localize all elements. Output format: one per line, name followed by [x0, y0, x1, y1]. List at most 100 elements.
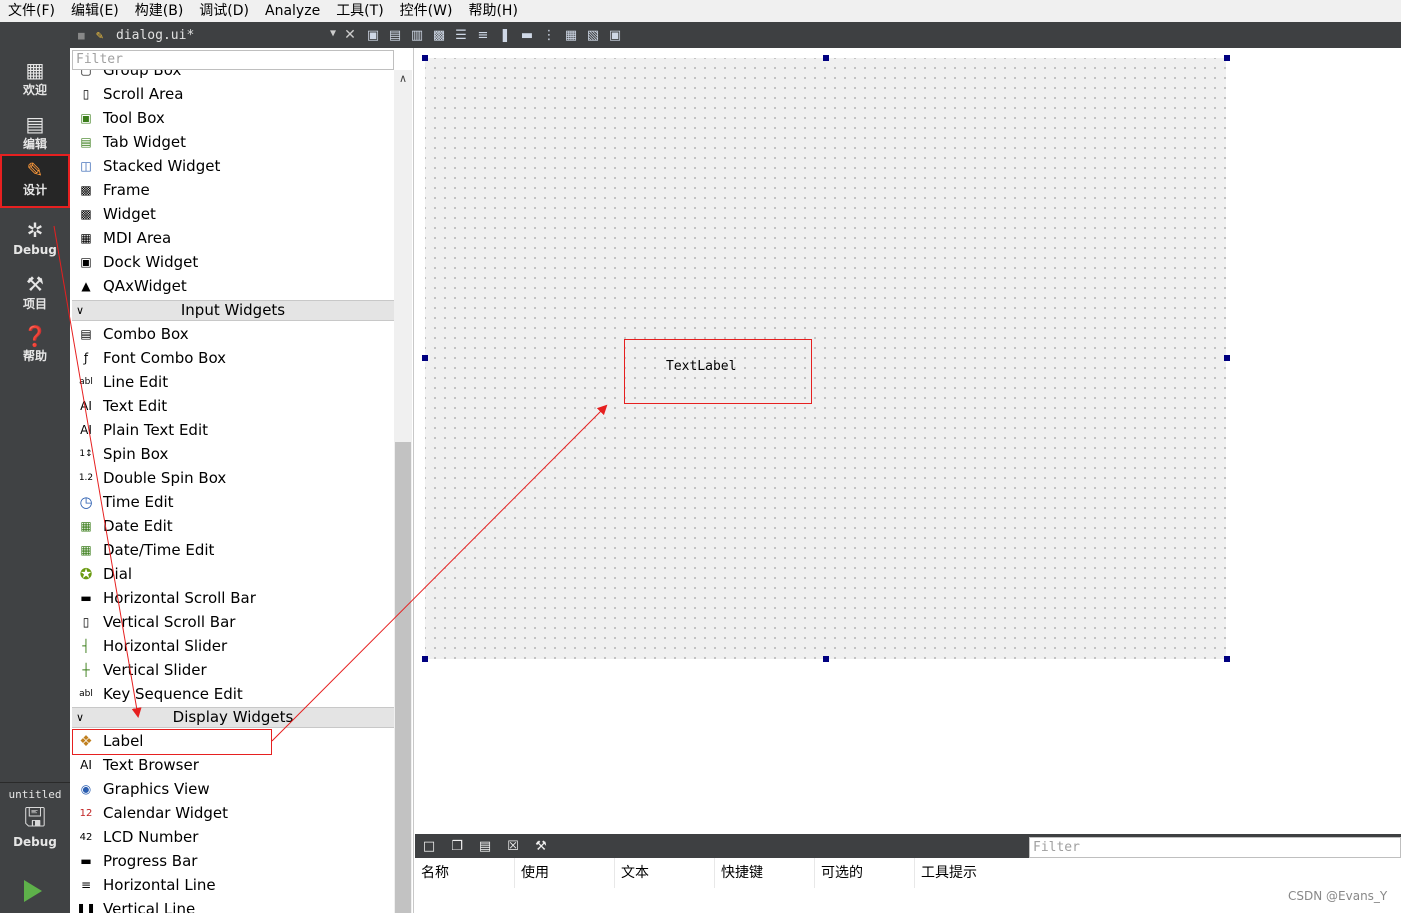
resize-handle[interactable]	[422, 55, 428, 61]
widget-item[interactable]: abl Line Edit	[72, 370, 394, 394]
action-filter-input[interactable]: Filter	[1029, 837, 1401, 858]
mode-debug[interactable]: ✲ Debug	[0, 214, 70, 266]
widget-item-label: Date Edit	[103, 517, 173, 535]
widget-item[interactable]: AI Text Browser	[72, 753, 394, 777]
widget-item[interactable]: ◷ Time Edit	[72, 490, 394, 514]
column-text[interactable]: 文本	[615, 858, 715, 888]
edit-buddies-icon[interactable]: ▥	[406, 26, 428, 44]
widget-list-scrollbar[interactable]: ∧	[394, 70, 412, 913]
run-icon[interactable]	[24, 880, 42, 902]
layout-horizontal-icon[interactable]: ☰	[450, 26, 472, 44]
close-document-icon[interactable]: ✕	[342, 27, 358, 43]
widget-item[interactable]: ▯ Scroll Area	[72, 82, 394, 106]
widget-item[interactable]: ▦ MDI Area	[72, 226, 394, 250]
mode-projects[interactable]: ⚒ 项目	[0, 268, 70, 320]
layout-vertical-icon[interactable]: ≡	[472, 26, 494, 44]
widget-item[interactable]: AI Plain Text Edit	[72, 418, 394, 442]
spin-box-icon: 1↕	[79, 449, 93, 459]
category-display-widgets[interactable]: ∨ Display Widgets	[72, 707, 394, 728]
new-action-icon[interactable]: □	[415, 837, 443, 855]
widget-item[interactable]: 1↕ Spin Box	[72, 442, 394, 466]
menu-tools[interactable]: 工具(T)	[328, 0, 391, 22]
layout-splitter-horizontal-icon[interactable]: ❚	[494, 26, 516, 44]
lock-icon: ■	[78, 28, 85, 42]
widget-item[interactable]: ƒ Font Combo Box	[72, 346, 394, 370]
chevron-up-icon[interactable]: ∧	[394, 70, 412, 88]
widget-item[interactable]: ▯ Vertical Scroll Bar	[72, 610, 394, 634]
menu-file[interactable]: 文件(F)	[0, 0, 63, 22]
scrollbar-thumb[interactable]	[395, 442, 411, 913]
mode-welcome[interactable]: ▦ 欢迎	[0, 54, 70, 106]
resize-handle[interactable]	[823, 656, 829, 662]
column-shortcut[interactable]: 快捷键	[715, 858, 815, 888]
widget-filter-input[interactable]: Filter	[72, 50, 394, 70]
widget-item[interactable]: ▩ Frame	[72, 178, 394, 202]
mode-help[interactable]: ❓ 帮助	[0, 320, 70, 372]
widget-item[interactable]: ✪ Dial	[72, 562, 394, 586]
widget-item[interactable]: ▬ Horizontal Scroll Bar	[72, 586, 394, 610]
resize-handle[interactable]	[422, 355, 428, 361]
document-combo[interactable]: ■ ✎ dialog.ui* ▼	[70, 22, 342, 48]
widget-item[interactable]: ▩ Widget	[72, 202, 394, 226]
layout-splitter-vertical-icon[interactable]: ▬	[516, 26, 538, 44]
widget-list: ▢ Group Box ▯ Scroll Area ▣ Tool Box ▤ Tab …	[72, 70, 394, 913]
widget-item[interactable]: ◫ Stacked Widget	[72, 154, 394, 178]
delete-action-icon[interactable]: ☒	[499, 837, 527, 855]
widget-item[interactable]: ▢ Group Box	[72, 70, 394, 82]
menubar: 文件(F) 编辑(E) 构建(B) 调试(D) Analyze 工具(T) 控件…	[0, 0, 1401, 22]
widget-item-label: Horizontal Line	[103, 876, 216, 894]
widget-item[interactable]: ❚❚ Vertical Line	[72, 897, 394, 913]
widget-item-label: Date/Time Edit	[103, 541, 215, 559]
column-used[interactable]: 使用	[515, 858, 615, 888]
widget-item[interactable]: ▲ QAxWidget	[72, 274, 394, 298]
widget-item[interactable]: 12 Calendar Widget	[72, 801, 394, 825]
resize-handle[interactable]	[1224, 656, 1230, 662]
edit-tab-order-icon[interactable]: ▩	[428, 26, 450, 44]
widget-item-label: Key Sequence Edit	[103, 685, 243, 703]
configure-icon[interactable]: ⚒	[527, 837, 555, 855]
column-checkable[interactable]: 可选的	[815, 858, 915, 888]
column-name[interactable]: 名称	[415, 858, 515, 888]
dialog-form[interactable]	[425, 58, 1226, 659]
widget-item[interactable]: AI Text Edit	[72, 394, 394, 418]
mode-design[interactable]: ✎ 设计	[0, 154, 70, 208]
break-layout-icon[interactable]: ▧	[582, 26, 604, 44]
copy-action-icon[interactable]: ❐	[443, 837, 471, 855]
resize-handle[interactable]	[422, 656, 428, 662]
widget-item[interactable]: ▦ Date/Time Edit	[72, 538, 394, 562]
widget-item[interactable]: 1.2 Double Spin Box	[72, 466, 394, 490]
layout-grid-icon[interactable]: ▦	[560, 26, 582, 44]
widget-item[interactable]: ▤ Combo Box	[72, 322, 394, 346]
menu-analyze[interactable]: Analyze	[257, 0, 328, 22]
edit-signals-icon[interactable]: ▤	[384, 26, 406, 44]
edit-widgets-icon[interactable]: ▣	[362, 26, 384, 44]
resize-handle[interactable]	[823, 55, 829, 61]
widget-item[interactable]: ▤ Tab Widget	[72, 130, 394, 154]
adjust-size-icon[interactable]: ▣	[604, 26, 626, 44]
widget-item[interactable]: ≡ Horizontal Line	[72, 873, 394, 897]
widget-item[interactable]: ▬ Progress Bar	[72, 849, 394, 873]
menu-build[interactable]: 构建(B)	[127, 0, 192, 22]
menu-widgets[interactable]: 控件(W)	[392, 0, 461, 22]
menu-edit[interactable]: 编辑(E)	[63, 0, 127, 22]
widget-item[interactable]: abl Key Sequence Edit	[72, 682, 394, 706]
category-input-widgets[interactable]: ∨ Input Widgets	[72, 300, 394, 321]
widget-item[interactable]: ▣ Dock Widget	[72, 250, 394, 274]
widget-item[interactable]: ┤ Horizontal Slider	[72, 634, 394, 658]
column-tooltip[interactable]: 工具提示	[915, 858, 1035, 888]
menu-help[interactable]: 帮助(H)	[460, 0, 525, 22]
widget-item[interactable]: ◉ Graphics View	[72, 777, 394, 801]
menu-debug[interactable]: 调试(D)	[191, 0, 257, 22]
target-selector[interactable]: untitled 🖫 Debug	[0, 788, 70, 849]
text-label-widget[interactable]: TextLabel	[624, 339, 812, 404]
resize-handle[interactable]	[1224, 55, 1230, 61]
layout-form-icon[interactable]: ⋮	[538, 26, 560, 44]
widget-item[interactable]: ▣ Tool Box	[72, 106, 394, 130]
resize-handle[interactable]	[1224, 355, 1230, 361]
widget-item[interactable]: ┼ Vertical Slider	[72, 658, 394, 682]
mode-edit[interactable]: ▤ 编辑	[0, 108, 70, 160]
widget-item[interactable]: ▦ Date Edit	[72, 514, 394, 538]
calendar-widget-icon: 12	[79, 807, 93, 819]
paste-action-icon[interactable]: ▤	[471, 837, 499, 855]
widget-item[interactable]: 42 LCD Number	[72, 825, 394, 849]
